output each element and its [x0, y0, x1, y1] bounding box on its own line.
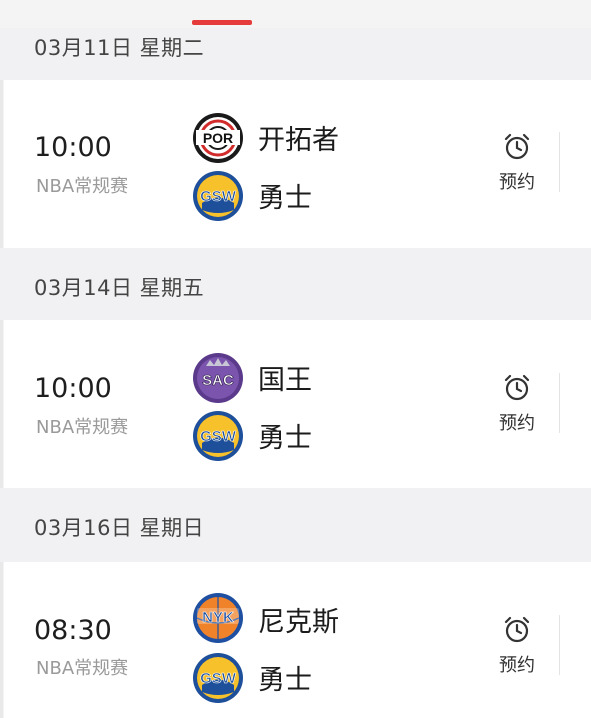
knicks-logo-icon: NYK [193, 593, 243, 643]
logo-text: NYK [202, 609, 234, 626]
match-card[interactable]: 10:00 NBA常规赛 POR 开拓者 GSW 勇士 预约 [4, 80, 591, 248]
logo-text: GSW [200, 188, 237, 205]
date-label: 03月16日 星期日 [34, 516, 205, 540]
date-label: 03月11日 星期二 [34, 36, 205, 60]
alarm-clock-icon [504, 616, 530, 643]
logo-text: GSW [200, 428, 237, 445]
date-header: 03月16日 星期日 [0, 488, 591, 562]
home-team-name: 开拓者 [258, 125, 339, 156]
match-time: 08:30 [34, 615, 112, 646]
active-tab-indicator [192, 20, 252, 25]
date-header: 03月11日 星期二 [0, 28, 591, 80]
alarm-clock-icon [504, 374, 530, 401]
league-label: NBA常规赛 [36, 658, 129, 679]
reminder-button[interactable]: 预约 [492, 373, 542, 435]
warriors-logo-icon: GSW [193, 653, 243, 703]
reminder-label: 预约 [499, 172, 535, 193]
league-label: NBA常规赛 [36, 417, 129, 438]
logo-text: GSW [200, 670, 237, 687]
match-card[interactable]: 10:00 NBA常规赛 SAC 国王 GSW 勇士 预约 [4, 320, 591, 488]
league-label: NBA常规赛 [36, 176, 129, 197]
divider [559, 615, 560, 675]
logo-text: POR [203, 130, 233, 146]
reminder-button[interactable]: 预约 [492, 132, 542, 194]
match-time: 10:00 [34, 132, 112, 163]
left-edge [0, 0, 3, 718]
warriors-logo-icon: GSW [193, 411, 243, 461]
away-team-name: 勇士 [258, 423, 312, 454]
top-tab-strip [0, 0, 591, 28]
date-label: 03月14日 星期五 [34, 276, 205, 300]
reminder-label: 预约 [499, 413, 535, 434]
trail-blazers-logo-icon: POR [193, 113, 243, 163]
reminder-label: 预约 [499, 655, 535, 676]
match-card[interactable]: 08:30 NBA常规赛 NYK 尼克斯 GSW 勇士 预约 [4, 562, 591, 718]
divider [559, 132, 560, 192]
logo-text: SAC [202, 372, 234, 389]
away-team-name: 勇士 [258, 665, 312, 696]
divider [559, 373, 560, 433]
alarm-clock-icon [504, 133, 530, 160]
warriors-logo-icon: GSW [193, 171, 243, 221]
home-team-name: 尼克斯 [258, 607, 339, 638]
home-team-name: 国王 [258, 365, 312, 396]
match-time: 10:00 [34, 373, 112, 404]
reminder-button[interactable]: 预约 [492, 615, 542, 677]
away-team-name: 勇士 [258, 183, 312, 214]
date-header: 03月14日 星期五 [0, 248, 591, 320]
kings-logo-icon: SAC [193, 353, 243, 403]
